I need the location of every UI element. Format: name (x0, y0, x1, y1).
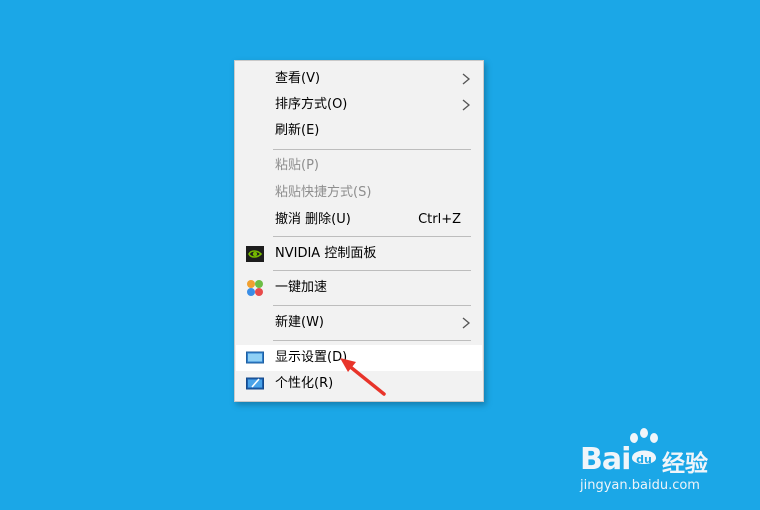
menu-item-view[interactable]: 查看(V) (236, 66, 482, 92)
menu-item-label: 一键加速 (275, 280, 328, 295)
menu-item-paste-shortcut: 粘贴快捷方式(S) (236, 180, 482, 206)
menu-item-label: 粘贴(P) (275, 158, 319, 173)
paw-icon: du (630, 428, 658, 466)
menu-item-label: 查看(V) (275, 71, 321, 86)
red-arrow-annotation (340, 358, 386, 396)
display-settings-icon (246, 351, 264, 364)
menu-separator (273, 305, 471, 306)
chevron-right-icon (462, 99, 471, 111)
menu-item-one-key-speedup[interactable]: 一键加速 (236, 275, 482, 301)
watermark-url: jingyan.baidu.com (580, 478, 700, 493)
svg-text:du: du (636, 453, 652, 466)
menu-item-shortcut: Ctrl+Z (418, 212, 461, 227)
menu-item-label: 撤消 删除(U) (275, 212, 351, 227)
menu-separator (273, 340, 471, 341)
chevron-right-icon (462, 73, 471, 85)
menu-item-sort-by[interactable]: 排序方式(O) (236, 92, 482, 118)
menu-item-label: 粘贴快捷方式(S) (275, 185, 372, 200)
menu-item-label: 个性化(R) (275, 376, 334, 391)
menu-separator (273, 236, 471, 237)
speedup-icon (247, 280, 263, 296)
desktop-context-menu: 查看(V) 排序方式(O) 刷新(E) 粘贴(P) 粘贴快捷方式(S) 撤消 删… (234, 60, 484, 402)
menu-item-new[interactable]: 新建(W) (236, 310, 482, 336)
menu-item-label: NVIDIA 控制面板 (275, 246, 377, 261)
menu-item-label: 排序方式(O) (275, 97, 348, 112)
watermark-brand-suffix: 经验 (662, 451, 708, 477)
menu-item-label: 新建(W) (275, 315, 324, 330)
menu-separator (273, 270, 471, 271)
menu-item-refresh[interactable]: 刷新(E) (236, 118, 482, 144)
menu-separator (273, 149, 471, 150)
chevron-right-icon (462, 317, 471, 329)
baidu-jingyan-watermark: du Bai 经验 jingyan.baidu.com (578, 428, 728, 498)
menu-item-nvidia-control-panel[interactable]: NVIDIA 控制面板 (236, 241, 482, 267)
menu-item-paste: 粘贴(P) (236, 153, 482, 179)
nvidia-icon (246, 246, 264, 262)
menu-item-undo-delete[interactable]: 撤消 删除(U) Ctrl+Z (236, 207, 482, 233)
watermark-brand: Bai (580, 442, 631, 477)
personalize-icon (246, 377, 264, 390)
menu-item-label: 刷新(E) (275, 123, 320, 138)
